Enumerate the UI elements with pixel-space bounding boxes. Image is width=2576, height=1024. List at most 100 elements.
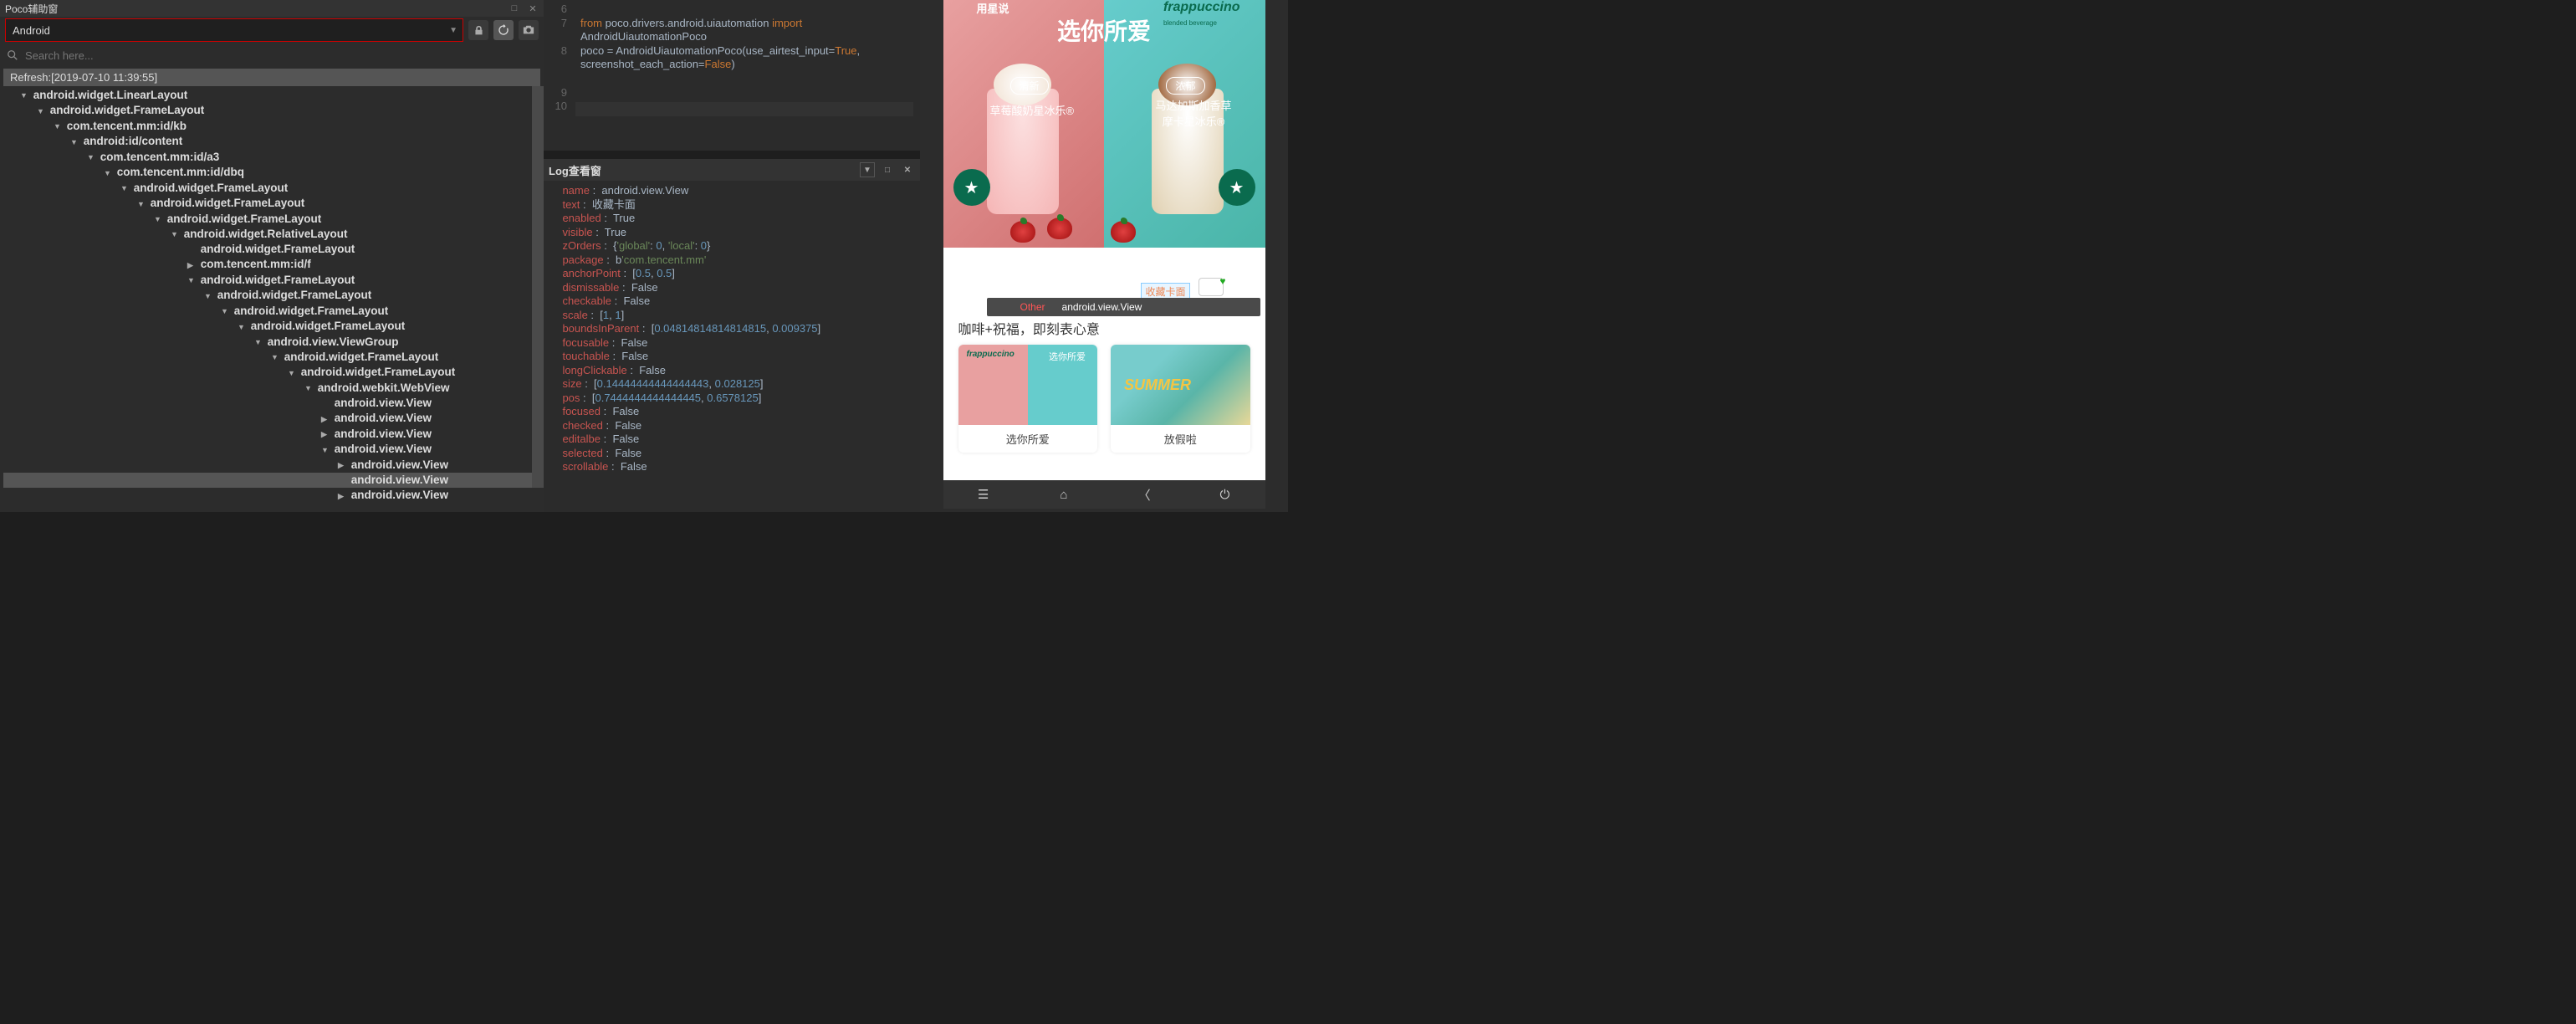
- tree-node[interactable]: ▶ android.view.View: [3, 458, 540, 473]
- card-image: [1111, 345, 1250, 425]
- tree-node[interactable]: ▶ android.view.View: [3, 427, 540, 442]
- log-prop: editalbe : False: [550, 433, 913, 447]
- nav-menu-icon[interactable]: ☰: [943, 480, 1024, 509]
- chevron-down-icon: ▼: [449, 26, 457, 35]
- tree-node[interactable]: ▼ android.widget.FrameLayout: [3, 196, 540, 211]
- tree-node[interactable]: ▼ android.widget.FrameLayout: [3, 365, 540, 380]
- log-prop: focusable : False: [550, 336, 913, 351]
- hero-brand-left: 用星说: [977, 0, 1009, 16]
- refresh-icon[interactable]: [493, 20, 514, 40]
- tree-node[interactable]: ▶ android.view.View: [3, 488, 540, 503]
- tree-node[interactable]: ▼ android:id/content: [3, 134, 540, 149]
- close-icon[interactable]: ✕: [900, 162, 915, 177]
- maximize-icon[interactable]: □: [880, 162, 895, 177]
- hero-banner: 用星说 frappuccino blended beverage 选你所爱 清新…: [943, 0, 1265, 248]
- tree-node[interactable]: ▼ com.tencent.mm:id/kb: [3, 119, 540, 134]
- log-prop: pos : [0.7444444444444445, 0.6578125]: [550, 392, 913, 406]
- nav-back-icon[interactable]: 〈: [1104, 480, 1184, 509]
- tree-node[interactable]: ▼ android.widget.FrameLayout: [3, 350, 540, 365]
- gift-card-1[interactable]: 选你所爱: [958, 345, 1098, 453]
- strawberry-icon: [1010, 221, 1035, 243]
- log-prop: size : [0.14444444444444443, 0.028125]: [550, 377, 913, 392]
- tree-node[interactable]: ▼ android.widget.RelativeLayout: [3, 227, 540, 242]
- filter-icon[interactable]: ▼: [860, 162, 875, 177]
- search-icon: [7, 49, 18, 61]
- log-prop: enabled : True: [550, 212, 913, 226]
- log-prop: touchable : False: [550, 350, 913, 364]
- tag-fresh: 清新: [1010, 77, 1049, 95]
- drink-name-right: 马达加斯加香草 摩卡星冰乐®: [1155, 97, 1231, 129]
- log-prop: checked : False: [550, 419, 913, 433]
- platform-select[interactable]: Android ▼: [5, 18, 463, 42]
- gutter: 678910: [544, 0, 575, 151]
- lock-icon[interactable]: [468, 20, 488, 40]
- card-bar: 收藏卡面 Other android.view.View: [943, 248, 1265, 306]
- inspector-tooltip: Other android.view.View: [987, 298, 1260, 316]
- starbucks-logo-icon: ★: [953, 169, 990, 206]
- tree-node[interactable]: ▼ android.view.ViewGroup: [3, 335, 540, 350]
- log-prop: scale : [1, 1]: [550, 309, 913, 323]
- tree-node[interactable]: ▶ android.view.View: [3, 411, 540, 426]
- platform-row: Android ▼: [0, 17, 544, 44]
- tree-node[interactable]: android.view.View: [3, 396, 540, 411]
- maximize-icon[interactable]: □: [509, 3, 520, 13]
- hero-brand-right: frappuccino blended beverage: [1163, 0, 1240, 28]
- refresh-timestamp: Refresh:[2019-07-10 11:39:55]: [3, 69, 540, 86]
- nav-power-icon[interactable]: ⏻: [1184, 480, 1265, 509]
- device-panel: 用星说 frappuccino blended beverage 选你所爱 清新…: [920, 0, 1288, 512]
- log-prop: selected : False: [550, 447, 913, 461]
- log-prop: boundsInParent : [0.04814814814814815, 0…: [550, 322, 913, 336]
- strawberry-icon: [1047, 218, 1072, 239]
- search-input[interactable]: [25, 49, 537, 62]
- tree-scrollbar[interactable]: [532, 86, 544, 512]
- log-prop: dismissable : False: [550, 281, 913, 295]
- strawberry-icon: [1111, 221, 1136, 243]
- camera-icon[interactable]: [519, 20, 539, 40]
- tree-node[interactable]: ▼ com.tencent.mm:id/a3: [3, 150, 540, 165]
- tree-node[interactable]: android.widget.FrameLayout: [3, 242, 540, 257]
- hero-title: 选你所爱: [1057, 13, 1151, 47]
- tag-rich: 浓郁: [1166, 77, 1204, 95]
- log-prop: text : 收藏卡面: [550, 198, 913, 212]
- card-image: [958, 345, 1098, 425]
- current-line-highlight: [575, 102, 913, 116]
- code-editor[interactable]: 678910 from poco.drivers.android.uiautom…: [544, 0, 920, 151]
- tree-node[interactable]: android.view.View: [3, 473, 540, 488]
- tree-node[interactable]: ▼ android.widget.FrameLayout: [3, 304, 540, 319]
- envelope-icon[interactable]: [1199, 278, 1224, 296]
- device-screen[interactable]: 用星说 frappuccino blended beverage 选你所爱 清新…: [943, 0, 1265, 509]
- tree-node[interactable]: ▼ com.tencent.mm:id/dbq: [3, 165, 540, 180]
- code-source[interactable]: from poco.drivers.android.uiautomation i…: [575, 0, 920, 151]
- log-prop: zOrders : {'global': 0, 'local': 0}: [550, 239, 913, 253]
- close-icon[interactable]: ✕: [527, 3, 539, 14]
- tree-node[interactable]: ▼ android.widget.FrameLayout: [3, 181, 540, 196]
- log-title: Log查看窗: [549, 162, 601, 178]
- middle-column: 678910 from poco.drivers.android.uiautom…: [544, 0, 920, 512]
- log-prop: scrollable : False: [550, 460, 913, 474]
- poco-titlebar: Poco辅助窗 □ ✕: [0, 0, 544, 17]
- log-prop: name : android.view.View: [550, 184, 913, 198]
- card-title: 放假啦: [1111, 425, 1250, 453]
- tree-node[interactable]: ▼ android.widget.FrameLayout: [3, 319, 540, 334]
- log-titlebar: Log查看窗 ▼ □ ✕: [544, 159, 920, 181]
- hierarchy-tree[interactable]: ▼ android.widget.LinearLayout▼ android.w…: [0, 86, 544, 512]
- platform-value: Android: [13, 24, 50, 37]
- tree-node[interactable]: ▶ com.tencent.mm:id/f: [3, 257, 540, 272]
- tree-node[interactable]: ▼ android.widget.FrameLayout: [3, 103, 540, 118]
- log-prop: anchorPoint : [0.5, 0.5]: [550, 267, 913, 281]
- drink-name-left: 草莓酸奶星冰乐®: [990, 102, 1075, 118]
- gift-card-2[interactable]: 放假啦: [1111, 345, 1250, 453]
- tree-node[interactable]: ▼ android.widget.FrameLayout: [3, 288, 540, 303]
- tooltip-tag: Other: [987, 301, 1062, 313]
- log-view[interactable]: name : android.view.View text : 收藏卡面 ena…: [544, 181, 920, 512]
- tree-node[interactable]: ▼ android.view.View: [3, 442, 540, 457]
- log-prop: checkable : False: [550, 294, 913, 309]
- tree-node[interactable]: ▼ android.webkit.WebView: [3, 381, 540, 396]
- nav-home-icon[interactable]: ⌂: [1024, 480, 1104, 509]
- tree-node[interactable]: ▼ android.widget.FrameLayout: [3, 273, 540, 288]
- tree-node[interactable]: ▼ android.widget.LinearLayout: [3, 88, 540, 103]
- log-prop: package : b'com.tencent.mm': [550, 253, 913, 268]
- tree-node[interactable]: ▼ android.widget.FrameLayout: [3, 212, 540, 227]
- log-prop: focused : False: [550, 405, 913, 419]
- search-row: [0, 44, 544, 67]
